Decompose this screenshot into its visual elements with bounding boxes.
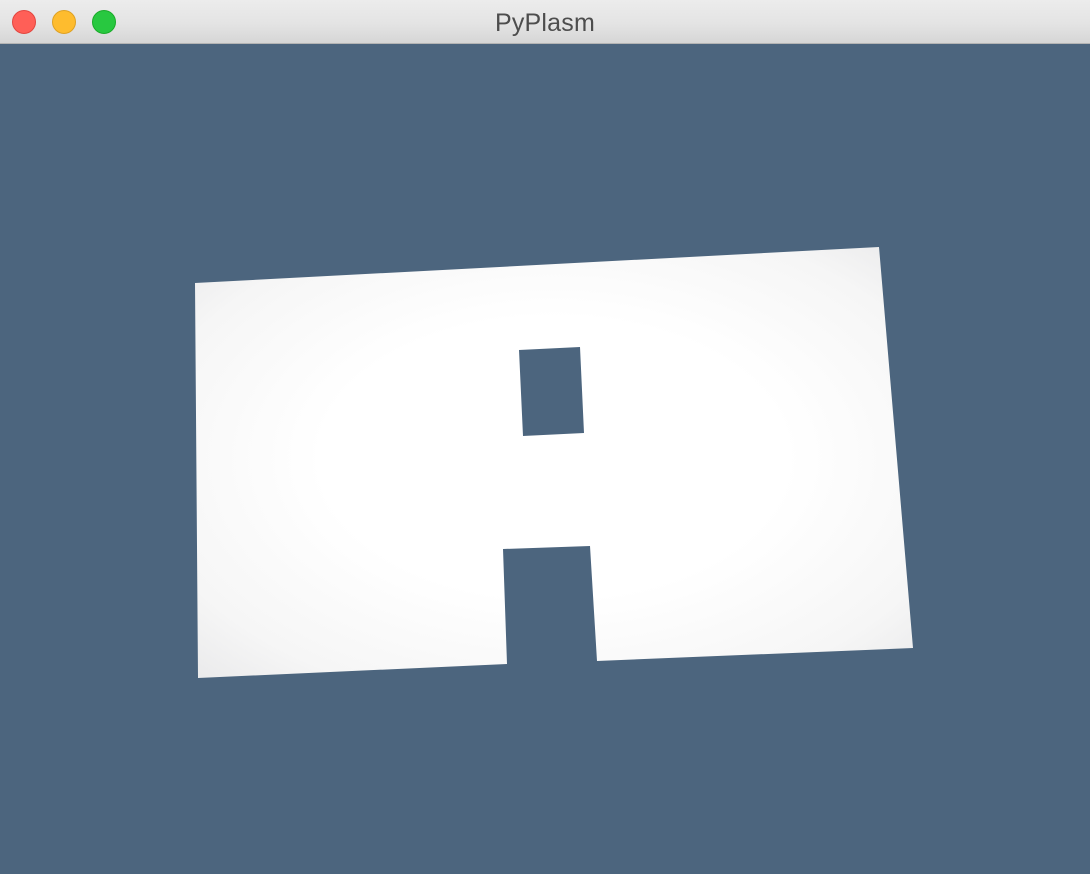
viewport-canvas[interactable]	[0, 44, 1090, 874]
3d-viewport[interactable]	[0, 44, 1090, 874]
window-title: PyPlasm	[494, 9, 596, 37]
pyplasm-window: PyPlasm	[0, 0, 1090, 874]
title-bar[interactable]: PyPlasm	[0, 0, 1090, 44]
